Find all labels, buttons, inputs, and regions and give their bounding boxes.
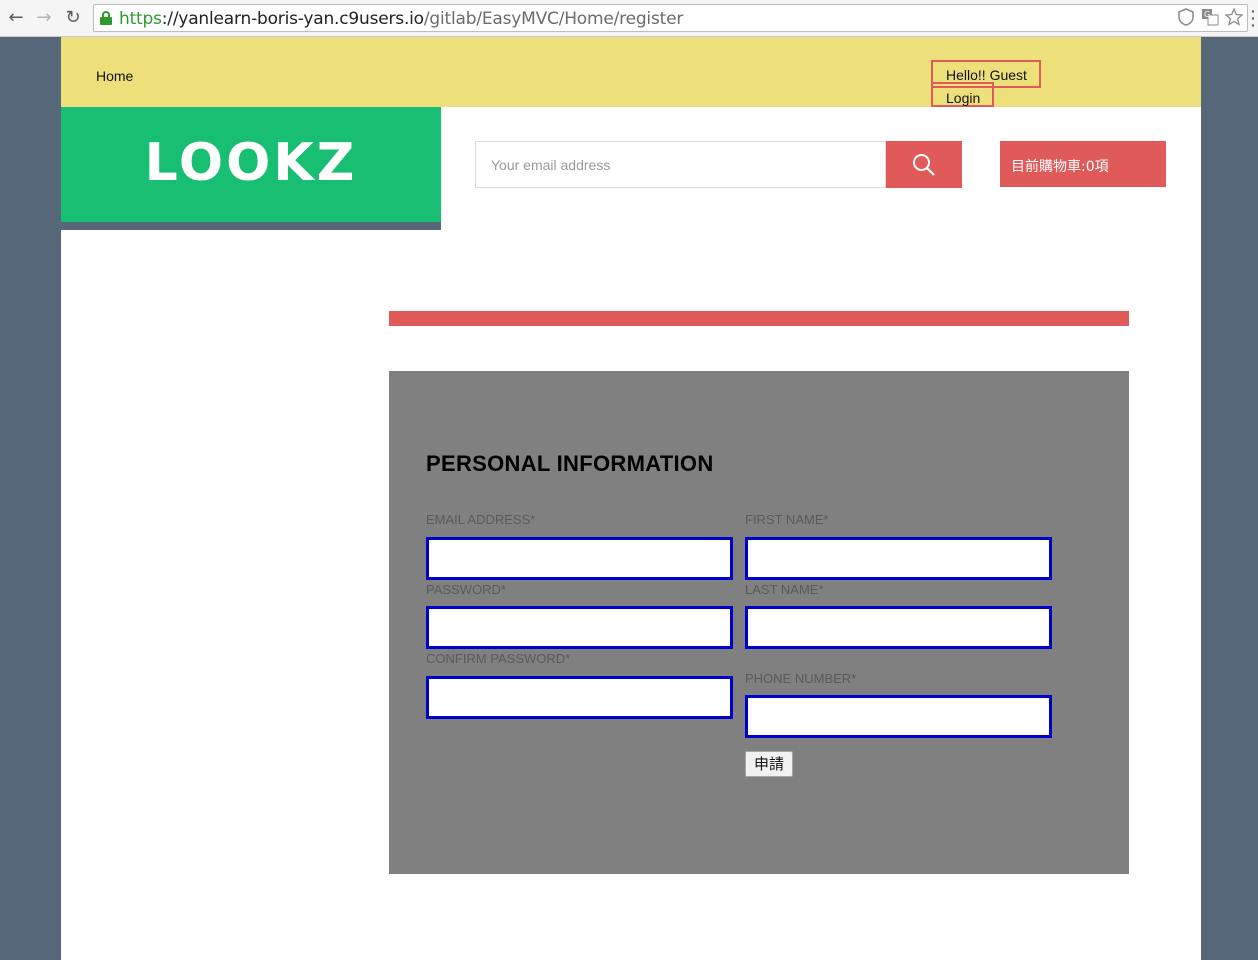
registration-form: PERSONAL INFORMATION EMAIL ADDRESS* FIRS… (389, 371, 1129, 874)
last-name-label: LAST NAME* (745, 582, 824, 597)
star-icon[interactable] (1224, 7, 1244, 26)
last-name-field[interactable] (745, 606, 1052, 649)
logo-text: LOOKZ (144, 133, 358, 193)
url-path: /gitlab/EasyMVC/Home/register (423, 9, 684, 29)
password-label: PASSWORD* (426, 582, 506, 597)
search-icon (913, 154, 935, 176)
logo[interactable]: LOOKZ (61, 107, 441, 222)
phone-label: PHONE NUMBER* (745, 671, 857, 686)
top-bar: Home Hello!! Guest Login (61, 37, 1201, 107)
confirm-password-label: CONFIRM PASSWORD* (426, 651, 571, 666)
form-title: PERSONAL INFORMATION (426, 451, 714, 476)
submit-button[interactable]: 申請 (745, 751, 793, 777)
email-search-input[interactable]: Your email address (475, 141, 886, 188)
shield-icon[interactable] (1177, 8, 1195, 26)
svg-text:G: G (1204, 10, 1210, 19)
section-divider (389, 311, 1129, 326)
first-name-field[interactable] (745, 537, 1052, 580)
back-arrow-icon[interactable]: ← (6, 8, 26, 28)
cart-button[interactable]: 目前購物車:0項 (1000, 141, 1166, 187)
translate-icon[interactable]: G (1201, 8, 1219, 26)
login-link[interactable]: Login (931, 82, 994, 107)
confirm-password-field[interactable] (426, 676, 733, 719)
address-bar[interactable]: https://yanlearn-boris-yan.c9users.io/gi… (93, 4, 1248, 32)
search-button[interactable] (886, 141, 962, 188)
browser-toolbar: ← → ↻ https://yanlearn-boris-yan.c9users… (0, 0, 1258, 37)
url-text[interactable]: https://yanlearn-boris-yan.c9users.io/gi… (119, 9, 683, 29)
email-label: EMAIL ADDRESS* (426, 512, 536, 527)
reload-icon[interactable]: ↻ (63, 8, 83, 28)
phone-field[interactable] (745, 695, 1052, 738)
url-scheme: https (119, 9, 162, 29)
password-field[interactable] (426, 606, 733, 649)
forward-arrow-icon[interactable]: → (34, 8, 54, 28)
url-host: ://yanlearn-boris-yan.c9users.io (161, 9, 424, 29)
lock-icon (100, 11, 112, 25)
first-name-label: FIRST NAME* (745, 512, 829, 527)
email-field[interactable] (426, 537, 733, 580)
home-link[interactable]: Home (96, 68, 133, 84)
browser-menu-icon[interactable]: · · · (1251, 4, 1257, 32)
page: Home Hello!! Guest Login LOOKZ Your emai… (61, 37, 1201, 960)
